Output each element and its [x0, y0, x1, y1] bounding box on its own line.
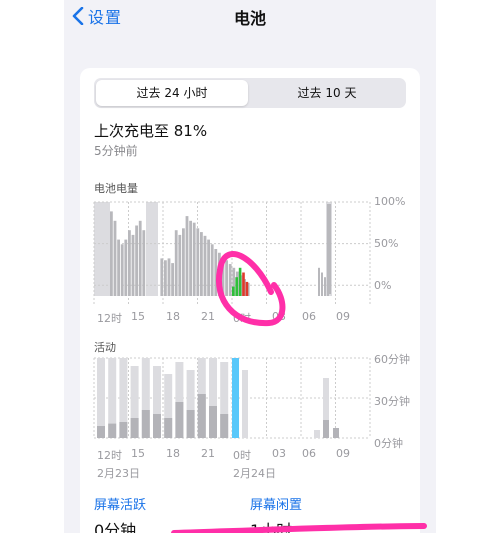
battery-level-bar: [117, 239, 120, 296]
battery-level-bar: [131, 234, 135, 296]
activity-active-bar: [186, 410, 195, 438]
activity-active-bar: [323, 420, 329, 438]
nav-bar: 设置 电池: [64, 0, 436, 30]
last-charge-title: 上次充电至 81%: [94, 122, 208, 140]
activity-active-bar: [220, 414, 229, 438]
battery-level-bar: [214, 249, 218, 296]
activity-date-feb23: 2月23日: [97, 467, 140, 480]
battery-card: 过去 24 小时 过去 10 天 上次充电至 81% 5分钟前 电池电量 100…: [80, 68, 420, 533]
battery-charging-bar: [242, 272, 245, 296]
battery-xtick-15: 15: [131, 310, 145, 323]
activity-ytick-60: 60分钟: [374, 353, 410, 366]
activity-idle-bar: [314, 430, 320, 438]
battery-level-bar: [203, 235, 207, 296]
battery-level-bar: [128, 230, 131, 296]
activity-xtick-12: 12时: [97, 449, 122, 462]
battery-level-bar: [192, 222, 196, 296]
battery-level-bar: [167, 258, 171, 296]
activity-xtick-09: 09: [336, 447, 350, 460]
screen-idle-value: 1小时: [250, 521, 293, 533]
battery-level-bar: [124, 239, 128, 296]
battery-level-bar: [221, 256, 225, 296]
battery-xtick-21: 21: [201, 310, 215, 323]
battery-level-bar: [174, 230, 178, 296]
screen-idle-label: 屏幕闲置: [250, 498, 303, 513]
page-title: 电池: [233, 9, 266, 28]
battery-ytick-0: 0%: [374, 279, 392, 292]
activity-xtick-0: 0时: [233, 449, 251, 462]
battery-level-bar: [135, 225, 138, 296]
activity-xtick-18: 18: [166, 447, 180, 460]
battery-xtick-06: 06: [302, 310, 316, 323]
activity-ytick-0: 0分钟: [374, 437, 403, 450]
battery-level-bar: [196, 228, 200, 296]
battery-ytick-50: 50%: [374, 237, 399, 250]
battery-xtick-03: 03: [272, 310, 286, 323]
activity-active-bar: [197, 394, 206, 438]
screen-active-value: 0分钟: [94, 521, 137, 533]
activity-active-bar: [333, 428, 339, 438]
battery-level-bar: [120, 244, 124, 296]
tab-10-days[interactable]: 过去 10 天: [250, 80, 404, 106]
activity-chart[interactable]: [80, 350, 420, 450]
battery-shaded-region: [146, 202, 158, 296]
activity-active-bar: [141, 410, 150, 438]
battery-level-bar: [171, 263, 174, 296]
battery-level-bar: [113, 220, 117, 296]
battery-level-bar: [218, 252, 221, 296]
battery-level-bar: [182, 228, 185, 296]
battery-level-bar: [138, 220, 142, 296]
battery-charging-bar: [232, 286, 235, 296]
screen-active-label: 屏幕活跃: [94, 498, 147, 513]
activity-active-bar: [153, 414, 161, 438]
battery-level-bar: [318, 267, 320, 296]
battery-xtick-12: 12时: [97, 312, 122, 325]
activity-ytick-30: 30分钟: [374, 395, 410, 408]
tab-24-hours[interactable]: 过去 24 小时: [96, 80, 248, 106]
screen-active-stat: 屏幕活跃 0分钟: [94, 494, 146, 533]
activity-active-bar: [97, 426, 105, 438]
battery-level-bar: [225, 260, 228, 296]
activity-active-bar: [108, 423, 117, 438]
battery-level-bar: [110, 211, 113, 296]
battery-level-bar: [189, 220, 192, 296]
period-segmented-control: 过去 24 小时 过去 10 天: [94, 78, 406, 108]
battery-level-bar: [228, 264, 232, 296]
battery-xtick-18: 18: [166, 310, 180, 323]
battery-level-bar: [210, 244, 214, 296]
activity-idle-bar: [242, 370, 248, 438]
battery-level-bar: [185, 216, 189, 296]
battery-level-bar: [160, 258, 164, 296]
activity-active-bar: [164, 418, 173, 438]
activity-xtick-03: 03: [272, 447, 286, 460]
battery-ytick-100: 100%: [374, 195, 406, 208]
battery-level-bar: [327, 204, 331, 294]
activity-xtick-15: 15: [131, 447, 145, 460]
battery-level-bar: [164, 260, 167, 296]
activity-selected-bar: [232, 358, 239, 438]
battery-level-bar: [178, 234, 182, 296]
battery-xtick-0: 0时: [233, 312, 251, 325]
battery-level-bar: [324, 277, 326, 296]
battery-charging-bar: [235, 277, 238, 296]
battery-shaded-region: [94, 202, 110, 296]
battery-level-bar: [321, 272, 323, 296]
battery-level-bar: [207, 239, 210, 296]
battery-charging-bar: [245, 281, 249, 296]
activity-active-bar: [119, 422, 128, 438]
battery-charging-bar: [238, 267, 242, 296]
battery-level-bar: [200, 232, 203, 296]
activity-xtick-06: 06: [302, 447, 316, 460]
activity-active-bar: [130, 418, 139, 438]
activity-date-feb24: 2月24日: [233, 467, 276, 480]
activity-active-bar: [175, 402, 184, 438]
screen-idle-stat: 屏幕闲置 1小时: [250, 494, 302, 533]
activity-xtick-21: 21: [201, 447, 215, 460]
battery-screen: 设置 电池 过去 24 小时 过去 10 天 上次充电至 81% 5分钟前 电池…: [64, 0, 436, 533]
last-charge-subtitle: 5分钟前: [94, 144, 138, 158]
battery-level-bar: [142, 230, 146, 296]
battery-xtick-09: 09: [336, 310, 350, 323]
activity-active-bar: [209, 406, 217, 438]
